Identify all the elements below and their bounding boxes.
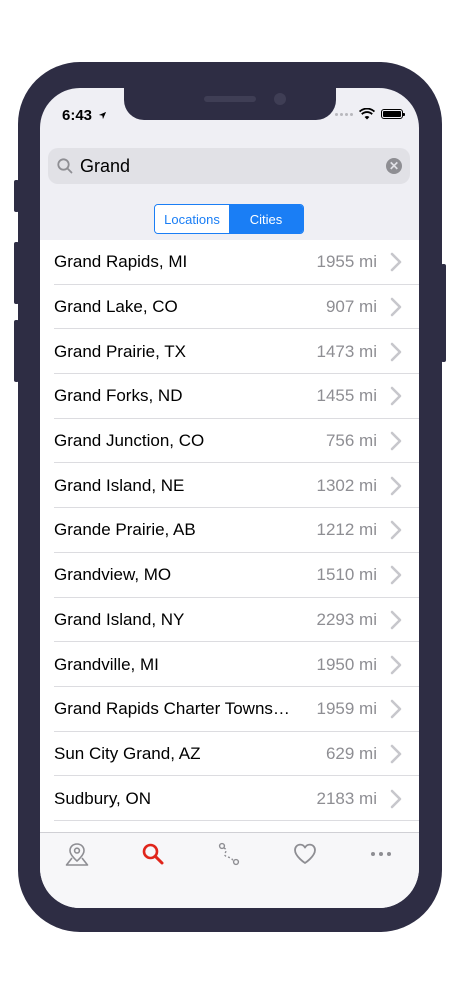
city-distance: 1955 mi xyxy=(316,252,377,272)
more-icon xyxy=(371,852,391,856)
status-time: 6:43 xyxy=(62,107,107,124)
battery-icon xyxy=(381,109,405,119)
segment-locations[interactable]: Locations xyxy=(155,205,229,233)
city-name: Grandview, MO xyxy=(54,565,172,585)
list-item[interactable]: Grand Forks, ND 1455 mi xyxy=(40,374,419,419)
list-item[interactable]: Grand Junction, CO 756 mi xyxy=(40,419,419,464)
search-icon xyxy=(142,843,164,865)
list-item[interactable]: Grande Prairie, AB 1212 mi xyxy=(40,508,419,553)
list-item[interactable]: Grandville, MI 1950 mi xyxy=(40,642,419,687)
list-item[interactable]: Sun City Grand, AZ 629 mi xyxy=(40,732,419,777)
list-item[interactable]: Grand Island, NE 1302 mi xyxy=(40,463,419,508)
tab-routes[interactable] xyxy=(214,839,244,869)
city-distance: 2183 mi xyxy=(316,788,377,808)
clear-search-button[interactable]: ✕ xyxy=(386,158,402,174)
list-item[interactable] xyxy=(40,821,419,832)
city-name: Grand Island, NY xyxy=(54,609,185,629)
tab-favorites[interactable] xyxy=(290,839,320,869)
chevron-right-icon xyxy=(390,431,402,451)
city-distance: 1473 mi xyxy=(316,341,377,361)
chevron-right-icon xyxy=(390,565,402,585)
list-item[interactable]: Grand Island, NY 2293 mi xyxy=(40,598,419,643)
chevron-right-icon xyxy=(390,610,402,630)
tab-more[interactable] xyxy=(366,839,396,869)
city-distance: 1510 mi xyxy=(316,565,377,585)
map-pin-icon xyxy=(65,843,89,866)
search-input[interactable]: Grand xyxy=(80,156,386,177)
heart-icon xyxy=(294,843,316,864)
city-distance: 756 mi xyxy=(325,431,377,451)
front-camera xyxy=(274,93,286,105)
city-distance: 2293 mi xyxy=(316,609,377,629)
wifi-icon xyxy=(359,108,375,120)
city-name: Grand Forks, ND xyxy=(54,386,183,406)
chevron-right-icon xyxy=(390,253,402,272)
route-icon xyxy=(218,842,240,866)
status-indicators xyxy=(335,108,405,120)
search-bar[interactable]: Grand ✕ xyxy=(48,148,410,184)
search-icon xyxy=(57,158,73,174)
tab-bar xyxy=(40,832,419,908)
city-distance: 1455 mi xyxy=(316,386,377,406)
segment-cities[interactable]: Cities xyxy=(229,205,303,233)
city-distance: 907 mi xyxy=(325,297,377,317)
tab-search[interactable] xyxy=(138,839,168,869)
city-name: Grand Rapids Charter Towns… xyxy=(54,699,290,719)
city-distance: 1959 mi xyxy=(316,699,377,719)
location-arrow-icon xyxy=(99,111,107,120)
list-item[interactable]: Grand Lake, CO 907 mi xyxy=(40,285,419,330)
cell-signal-icon xyxy=(335,112,353,116)
status-time-label: 6:43 xyxy=(62,107,93,124)
chevron-right-icon xyxy=(390,699,402,719)
list-item[interactable]: Grand Rapids Charter Towns… 1959 mi xyxy=(40,687,419,732)
chevron-right-icon xyxy=(390,297,402,317)
city-name: Grande Prairie, AB xyxy=(54,520,196,540)
speaker-grille xyxy=(204,96,256,102)
city-name: Grandville, MI xyxy=(54,654,159,674)
city-name: Grand Island, NE xyxy=(54,475,185,495)
list-item[interactable]: Grand Rapids, MI 1955 mi xyxy=(40,240,419,285)
city-name: Sudbury, ON xyxy=(54,788,152,808)
notch xyxy=(124,88,336,120)
city-name: Grand Prairie, TX xyxy=(54,341,186,361)
tab-locations[interactable] xyxy=(62,839,92,869)
city-distance: 1950 mi xyxy=(316,654,377,674)
clear-icon: ✕ xyxy=(388,159,400,173)
city-distance: 1212 mi xyxy=(316,520,377,540)
phone-screen: 6:43 Grand ✕ Locations Cities Grand Rapi… xyxy=(40,88,419,908)
chevron-right-icon xyxy=(390,342,402,362)
chevron-right-icon xyxy=(390,789,402,808)
chevron-right-icon xyxy=(390,655,402,674)
city-name: Grand Junction, CO xyxy=(54,431,205,451)
city-name: Grand Lake, CO xyxy=(54,297,178,317)
chevron-right-icon xyxy=(390,476,402,496)
list-item[interactable]: Grand Prairie, TX 1473 mi xyxy=(40,329,419,374)
city-distance: 629 mi xyxy=(325,743,377,763)
chevron-right-icon xyxy=(390,387,402,406)
chevron-right-icon xyxy=(390,521,402,540)
segmented-control: Locations Cities xyxy=(154,204,304,234)
chevron-right-icon xyxy=(390,744,402,764)
results-list: Grand Rapids, MI 1955 mi Grand Lake, CO 90… xyxy=(40,240,419,832)
list-item[interactable]: Sudbury, ON 2183 mi xyxy=(40,776,419,821)
city-name: Sun City Grand, AZ xyxy=(54,743,201,763)
list-item[interactable]: Grandview, MO 1510 mi xyxy=(40,553,419,598)
city-name: Grand Rapids, MI xyxy=(54,252,188,272)
city-distance: 1302 mi xyxy=(316,475,377,495)
